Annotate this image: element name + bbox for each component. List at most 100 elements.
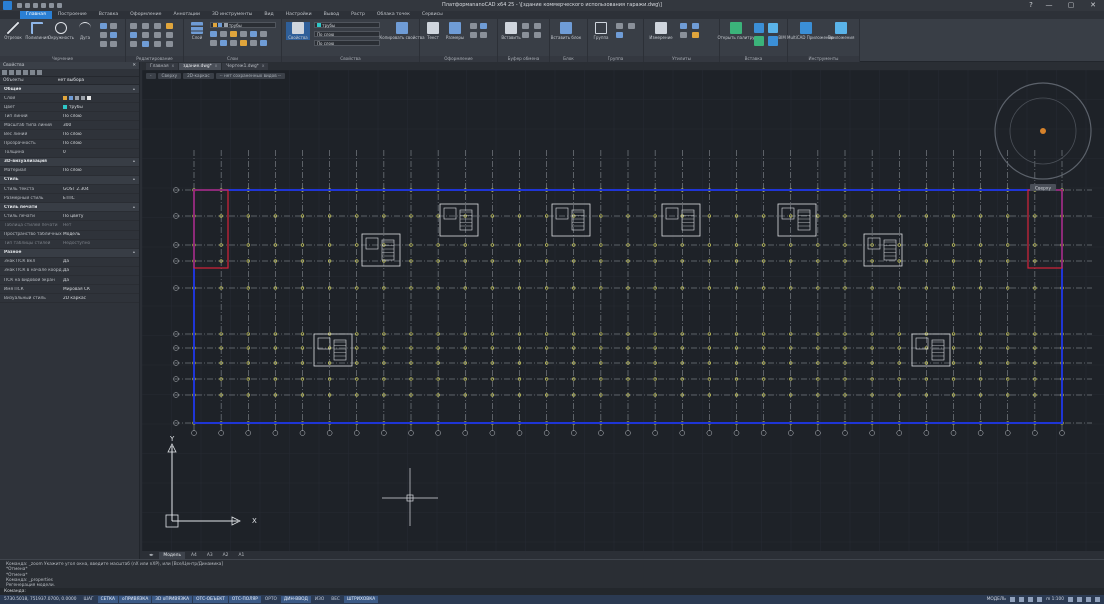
layer-tool-icon[interactable] <box>230 40 237 46</box>
status-toggle-7[interactable]: ДИН-ВВОД <box>280 596 311 603</box>
quick-select-icon[interactable] <box>692 23 699 29</box>
redo-icon[interactable] <box>49 3 54 8</box>
property-value[interactable]: Да <box>63 259 139 264</box>
stretch-icon[interactable] <box>166 41 173 47</box>
explode-icon[interactable] <box>166 23 173 29</box>
property-value[interactable]: По слою <box>63 132 139 137</box>
property-value[interactable]: Да <box>63 278 139 283</box>
tab-format[interactable]: Оформление <box>124 11 167 19</box>
fillet-icon[interactable] <box>154 41 161 47</box>
paste-block-icon[interactable] <box>534 32 541 38</box>
collapse-icon[interactable]: ▴ <box>133 250 135 255</box>
layer-tool-icon[interactable] <box>250 40 257 46</box>
paste-button[interactable]: Вставить <box>500 22 522 40</box>
linetype-dropdown[interactable]: По слою <box>314 31 380 37</box>
filter-icon[interactable] <box>23 70 28 75</box>
property-row[interactable]: Размерный стиль ЕТПС <box>0 194 139 204</box>
layers-button[interactable]: Слой <box>186 22 208 40</box>
trim-icon[interactable] <box>154 23 161 29</box>
layer-tool-icon[interactable] <box>260 40 267 46</box>
layout-tab-a1[interactable]: A1 <box>234 552 248 559</box>
fullscreen-icon[interactable] <box>1095 597 1100 602</box>
property-row[interactable]: Вес линий По слою <box>0 130 139 140</box>
layer-tool-icon[interactable] <box>250 31 257 37</box>
layer-tool-icon[interactable] <box>240 31 247 37</box>
property-section[interactable]: Разное ▴ <box>0 248 139 258</box>
property-value[interactable]: 300 <box>63 123 139 128</box>
text-button[interactable]: Текст <box>422 22 444 40</box>
rectangle-icon[interactable] <box>100 23 107 29</box>
collapse-icon[interactable]: ▴ <box>133 177 135 182</box>
undo-icon[interactable] <box>41 3 46 8</box>
pickadd-icon[interactable] <box>16 70 21 75</box>
point-icon[interactable] <box>110 32 117 38</box>
tab-annotations[interactable]: Аннотации <box>167 11 206 19</box>
property-row[interactable]: Стиль печати По цвету <box>0 212 139 222</box>
model-space-toggle[interactable]: МОДЕЛЬ <box>987 597 1006 602</box>
region-icon[interactable] <box>110 41 117 47</box>
property-row[interactable]: Толщина 0 <box>0 149 139 158</box>
status-toggle-3[interactable]: 3D оПРИВЯЗКА <box>152 596 193 603</box>
drawing-canvas[interactable]: Сверху X Y <box>141 69 1104 551</box>
property-value[interactable]: По слою <box>63 141 139 146</box>
layout-tab-a3[interactable]: A3 <box>203 552 217 559</box>
close-tab-icon[interactable]: x <box>172 63 175 70</box>
view-direction[interactable]: Сверху <box>157 73 182 79</box>
save-icon[interactable] <box>33 3 38 8</box>
stair-frame-right[interactable] <box>1027 189 1063 269</box>
polyline-button[interactable]: Полилиния <box>25 22 49 40</box>
tab-3d-tools[interactable]: 3D инструменты <box>206 11 258 19</box>
calculator-icon[interactable] <box>680 23 687 29</box>
collapse-icon[interactable]: ▴ <box>133 87 135 92</box>
settings-icon[interactable] <box>37 70 42 75</box>
bim-icon[interactable] <box>754 23 764 33</box>
line-button[interactable]: Отрезок <box>2 22 24 40</box>
doc-tab-home[interactable]: Главная x <box>146 63 179 70</box>
group-edit-icon[interactable] <box>616 32 623 38</box>
stair-frame-left[interactable] <box>193 189 229 269</box>
property-row[interactable]: Таблица стилей печати Нет <box>0 221 139 231</box>
spline-icon[interactable] <box>100 41 107 47</box>
minimize-button[interactable]: — <box>1038 0 1060 11</box>
annotation-scale[interactable]: m 1:100 <box>1046 597 1064 602</box>
property-row[interactable]: Масштаб типа линий 300 <box>0 121 139 131</box>
property-row[interactable]: Тип таблицы стилей Недоступно <box>0 240 139 249</box>
open-icon[interactable] <box>25 3 30 8</box>
color-dropdown[interactable]: трубы <box>314 22 380 28</box>
layer-tool-icon[interactable] <box>260 31 267 37</box>
insert-block-button[interactable]: Вставить блок <box>551 22 581 40</box>
dimension-button[interactable]: Размеры <box>444 22 466 40</box>
layout-tab-a4[interactable]: A4 <box>187 552 201 559</box>
property-value[interactable]: По слою <box>63 168 139 173</box>
close-button[interactable]: ✕ <box>1082 0 1104 11</box>
circle-button[interactable]: Окружность <box>48 22 74 40</box>
status-toggle-8[interactable]: ИЗО <box>312 596 327 603</box>
tab-home[interactable]: Главная <box>20 11 52 19</box>
drawing-svg[interactable]: Сверху X Y <box>141 69 1104 551</box>
help-button[interactable]: ? <box>1024 0 1038 11</box>
status-toggle-4[interactable]: ОТС-ОБЪЕКТ <box>193 596 228 603</box>
tab-point-clouds[interactable]: Облака точек <box>371 11 416 19</box>
tab-construct[interactable]: Построение <box>52 11 93 19</box>
cut-icon[interactable] <box>522 23 529 29</box>
property-row[interactable]: Тип линий По слою <box>0 112 139 122</box>
property-section[interactable]: Стиль ▴ <box>0 175 139 186</box>
layer-tool-icon[interactable] <box>240 40 247 46</box>
property-row[interactable]: Слой <box>0 94 139 104</box>
workspace-icon[interactable] <box>1068 597 1073 602</box>
id-point-icon[interactable] <box>692 32 699 38</box>
annotation-icon[interactable] <box>1019 597 1025 602</box>
leader-icon[interactable] <box>470 23 477 29</box>
layer-tool-icon[interactable] <box>210 31 217 37</box>
quick-select-icon[interactable] <box>9 70 14 75</box>
property-row[interactable]: Имя ПСК Мировая СК <box>0 285 139 295</box>
viewcube-center[interactable] <box>1040 128 1046 134</box>
tab-services[interactable]: Сервисы <box>416 11 449 19</box>
measure-button[interactable]: Измерение <box>648 22 674 40</box>
property-value[interactable]: Недоступно <box>63 241 139 246</box>
bim-icon[interactable] <box>768 23 778 33</box>
doc-tab-active[interactable]: здание.dwg* x <box>179 63 222 70</box>
saved-views[interactable]: -- нет сохраненных видов -- <box>215 73 286 79</box>
open-palette-button[interactable]: Открыть палитру <box>718 22 755 40</box>
property-value[interactable]: Мировая СК <box>63 287 139 292</box>
